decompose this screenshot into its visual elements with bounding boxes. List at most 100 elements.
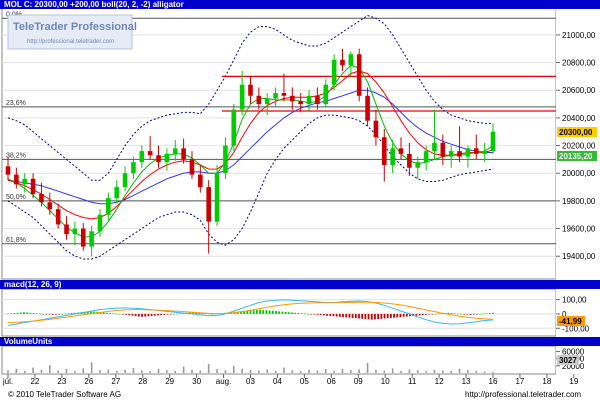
macd-histogram-bar — [131, 313, 134, 316]
x-tick-label: 04 — [273, 377, 282, 386]
price-tick-label: 19800,00 — [562, 197, 596, 206]
macd-histogram-bar — [176, 313, 179, 315]
candle-up — [482, 151, 487, 154]
macd-histogram-bar — [19, 312, 22, 314]
candle-up — [97, 214, 103, 232]
macd-histogram-bar — [492, 312, 494, 314]
macd-histogram-bar — [157, 313, 159, 316]
macd-histogram-bar — [383, 313, 386, 319]
macd-histogram-bar — [13, 313, 16, 314]
macd-histogram-bar — [102, 312, 105, 314]
volume-bar — [166, 370, 168, 373]
x-tick-label: 30 — [192, 377, 201, 386]
price-tick-label: 20600,00 — [562, 86, 596, 95]
macd-histogram-bar — [252, 310, 255, 314]
volume-bar — [266, 369, 269, 373]
macd-histogram-bar — [482, 313, 485, 315]
macd-histogram-bar — [48, 313, 51, 315]
macd-histogram-bar — [32, 313, 35, 314]
x-tick-label: 16 — [489, 377, 498, 386]
volume-bar — [82, 368, 85, 373]
footer-url[interactable]: http://professional.teletrader.com — [465, 390, 581, 399]
macd-histogram-bar — [460, 313, 462, 315]
macd-histogram-bar — [310, 313, 313, 315]
macd-histogram-bar — [358, 313, 360, 319]
macd-histogram-bar — [249, 310, 252, 314]
macd-histogram-bar — [278, 311, 281, 314]
macd-histogram-bar — [431, 313, 434, 315]
price-tick-label: 21000,00 — [562, 31, 596, 40]
macd-histogram-bar — [70, 313, 73, 314]
macd-histogram-bar — [316, 313, 319, 315]
macd-histogram-bar — [144, 313, 147, 317]
macd-histogram-bar — [326, 313, 328, 316]
candle-down — [80, 228, 86, 247]
macd-histogram-bar — [437, 313, 440, 315]
candle-up — [273, 93, 278, 99]
volume-bar — [182, 366, 185, 373]
candle-up — [423, 151, 429, 163]
candle-down — [147, 151, 153, 156]
volume-bar — [408, 369, 411, 373]
fibonacci-label: 38,2% — [6, 152, 26, 159]
volume-title: VolumeUnits — [4, 337, 53, 346]
candle-up — [122, 173, 128, 188]
candle-down — [281, 93, 287, 96]
volume-bar — [49, 365, 51, 373]
macd-histogram-bar — [23, 312, 25, 314]
candle-up — [432, 142, 437, 152]
macd-histogram-bar — [425, 313, 427, 315]
volume-bar — [115, 370, 118, 373]
x-tick-label: 11 — [408, 377, 417, 386]
price-tick-label: 19400,00 — [562, 252, 596, 261]
x-tick-label: aug. — [216, 377, 232, 386]
macd-histogram-bar — [463, 313, 466, 315]
macd-histogram-bar — [150, 313, 153, 316]
candle-up — [22, 178, 28, 185]
macd-last-label: -41,99 — [559, 317, 582, 326]
macd-histogram-bar — [35, 313, 38, 314]
macd-histogram-bar — [211, 313, 214, 315]
volume-bar — [199, 370, 202, 373]
fibonacci-label: 23,6% — [6, 100, 26, 107]
candle-up — [239, 84, 245, 110]
volume-panel[interactable] — [1, 345, 557, 375]
volume-bar — [400, 370, 402, 373]
macd-histogram-bar — [26, 312, 29, 314]
candle-down — [30, 178, 36, 194]
macd-histogram-bar — [303, 313, 306, 315]
macd-histogram-bar — [313, 313, 316, 315]
macd-histogram-bar — [106, 312, 108, 314]
candle-down — [298, 101, 303, 105]
macd-histogram-bar — [169, 313, 172, 315]
volume-bar — [107, 369, 110, 373]
macd-histogram-bar — [153, 313, 156, 316]
macd-histogram-bar — [479, 313, 482, 315]
macd-histogram-bar — [396, 313, 399, 318]
volume-bar — [299, 371, 302, 373]
volume-bar — [99, 370, 101, 373]
macd-histogram-bar — [345, 313, 348, 318]
x-tick-label: 06 — [327, 377, 336, 386]
macd-histogram-bar — [361, 313, 364, 319]
macd-histogram-bar — [354, 313, 357, 319]
macd-histogram-bar — [322, 313, 325, 316]
price-tick-label: 20200,00 — [562, 142, 596, 151]
candle-down — [407, 153, 412, 168]
candle-up — [223, 145, 228, 174]
volume-bar — [291, 370, 294, 373]
volume-bar — [416, 370, 419, 373]
candle-down — [181, 148, 186, 160]
x-tick-label: 09 — [354, 377, 363, 386]
macd-histogram-bar — [386, 313, 389, 319]
candle-down — [64, 224, 69, 235]
candle-down — [340, 59, 345, 66]
volume-bar — [216, 369, 218, 373]
macd-histogram-bar — [29, 312, 32, 314]
macd-histogram-bar — [488, 313, 491, 314]
x-tick-label: 19 — [569, 377, 578, 386]
macd-histogram-bar — [58, 313, 60, 315]
macd-title: macd(12, 26, 9) — [4, 280, 62, 289]
chart-window: 0,0%23,6%38,2%50,0%61,8% 19400,0019600,0… — [0, 0, 600, 400]
volume-bar — [224, 370, 227, 373]
